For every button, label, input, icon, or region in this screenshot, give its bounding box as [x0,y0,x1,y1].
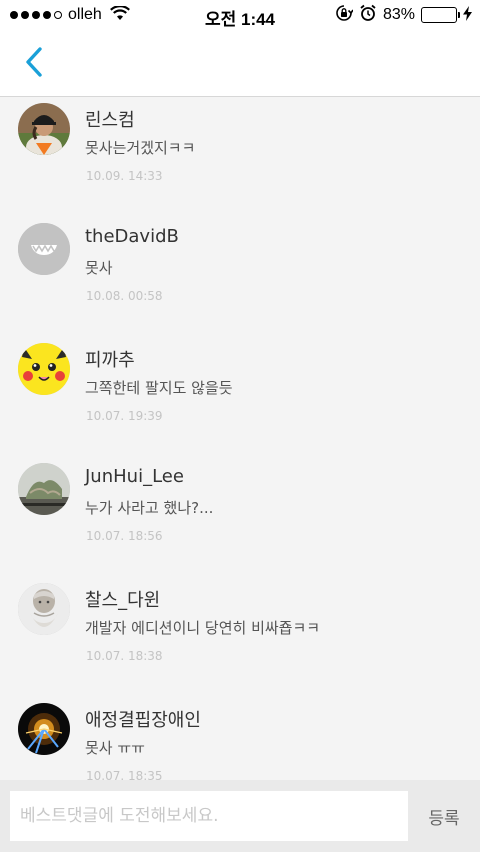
battery-icon [421,7,460,23]
comment-username: 피까추 [85,350,135,371]
comment-item: 애정결핍장애인 못사 ㅠㅠ 10.07. 18:35 [0,697,480,780]
charging-bolt-icon [463,5,472,25]
battery-percent: 83% [382,6,415,23]
comment-username: 찰스_다윈 [85,590,161,611]
status-right: 83% [335,4,472,26]
comment-date: 10.07. 18:56 [86,529,163,543]
comment-date: 10.07. 18:38 [86,649,163,663]
comment-item: theDavidB 못사 10.08. 00:58 [0,217,480,337]
comment-text: 개발자 에디션이니 당연히 비싸죱ㅋㅋ [85,619,321,637]
comment-username: 애정결핍장애인 [85,710,201,731]
comment-date: 10.07. 18:35 [86,769,163,780]
comment-date: 10.09. 14:33 [86,169,163,183]
comment-input-bar: 등록 [0,780,480,852]
chevron-left-icon [23,46,45,82]
comment-username: 린스컴 [85,110,135,131]
submit-button[interactable]: 등록 [408,791,480,841]
comment-item: 찰스_다윈 개발자 에디션이니 당연히 비싸죱ㅋㅋ 10.07. 18:38 [0,577,480,697]
comment-username: JunHui_Lee [85,466,184,487]
comment-item: 린스컴 못사는거겠지ㅋㅋ 10.09. 14:33 [0,97,480,217]
nav-bar [0,30,480,97]
comment-text: 누가 사라고 했나?... [85,499,214,517]
comment-text: 못사는거겠지ㅋㅋ [85,139,196,157]
comment-date: 10.07. 19:39 [86,409,163,423]
comment-list[interactable]: 린스컴 못사는거겠지ㅋㅋ 10.09. 14:33 theDavidB 못사 1… [0,97,480,780]
comment-item: JunHui_Lee 누가 사라고 했나?... 10.07. 18:56 [0,457,480,577]
comment-text: 못사 [85,259,113,277]
alarm-icon [359,4,377,26]
comment-date: 10.08. 00:58 [86,289,163,303]
comment-text: 그쪽한테 팔지도 않을듯 [85,379,233,397]
user-avatar[interactable] [18,103,70,155]
user-avatar[interactable] [18,583,70,635]
status-bar: olleh 오전 1:44 83% [0,0,480,30]
user-avatar[interactable] [18,223,70,275]
comment-text: 못사 ㅠㅠ [85,739,145,757]
comment-input[interactable] [10,791,408,841]
user-avatar[interactable] [18,343,70,395]
user-avatar[interactable] [18,463,70,515]
comment-username: theDavidB [85,226,179,247]
orientation-lock-icon [335,4,354,26]
user-avatar[interactable] [18,703,70,755]
back-button[interactable] [14,44,54,84]
comment-item: 피까추 그쪽한테 팔지도 않을듯 10.07. 19:39 [0,337,480,457]
